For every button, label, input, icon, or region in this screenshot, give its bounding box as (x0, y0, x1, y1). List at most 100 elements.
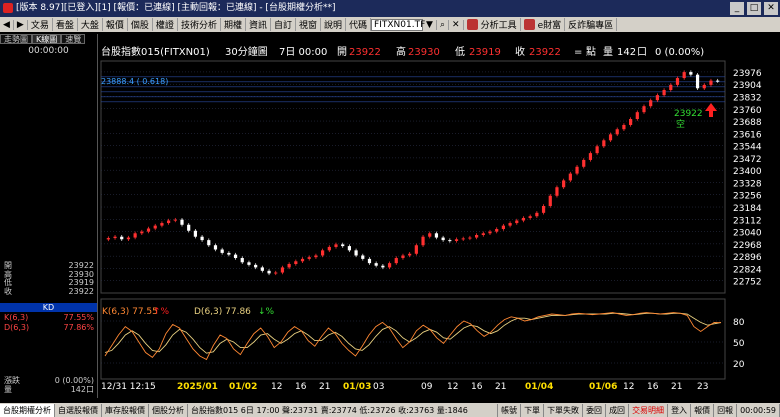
status-button[interactable]: 成回 (606, 403, 630, 417)
menu-item[interactable]: 文易 (28, 18, 53, 31)
menu-item[interactable]: 自訂 (271, 18, 296, 31)
x-tick-label: 16 (471, 382, 483, 392)
short-tag: 空 (676, 118, 685, 130)
maximize-button[interactable]: □ (747, 2, 761, 15)
kd-tick-label: 20 (733, 360, 745, 370)
wealth-icon (523, 19, 535, 30)
candle (588, 153, 593, 160)
x-tick-label: 09 (421, 382, 433, 392)
tab-watchlist[interactable]: 自選股報價 (55, 403, 102, 417)
candle (675, 78, 680, 85)
candle (233, 254, 238, 259)
tab-stock-analysis[interactable]: 個股分析 (149, 403, 188, 417)
candle (702, 84, 706, 89)
low-value: 23919 (469, 47, 501, 58)
candle (608, 134, 613, 141)
close-button[interactable]: ✕ (764, 2, 778, 15)
candle (374, 263, 378, 266)
menu-item[interactable]: 期權 (221, 18, 246, 31)
x-tick-label: 03 (373, 382, 384, 392)
candle (334, 244, 338, 247)
candle (200, 236, 204, 241)
symbol-input[interactable]: FITXN01.TF (371, 18, 425, 31)
candle (682, 72, 686, 79)
candle (401, 255, 405, 259)
candle (314, 255, 318, 258)
bar-date: 7日 00:00 (279, 47, 327, 58)
menu-item[interactable]: 技術分析 (178, 18, 221, 31)
price-tick-label: 23400 (733, 167, 762, 177)
candle (695, 74, 700, 89)
status-button[interactable]: 登入 (668, 403, 692, 417)
d-readout: D(6,3) 77.86 (194, 307, 251, 317)
candle (535, 212, 539, 217)
price-tick-label: 22824 (733, 265, 762, 275)
search-icon[interactable]: ⌕ (437, 19, 450, 30)
status-button[interactable]: 交易明細 (629, 403, 669, 417)
close-x-icon[interactable]: ✕ (449, 19, 464, 30)
change-value: 0 (0.00%) (655, 47, 704, 58)
price-tick-label: 23184 (733, 204, 762, 214)
quote-ticker: 台股指數015 6日 17:00 聲:23731 賣:23774 低:23726… (188, 403, 499, 417)
candle (167, 220, 171, 224)
tab-kline[interactable]: K線圖 (32, 34, 62, 44)
back-icon[interactable]: ◀ (0, 19, 14, 30)
menu-item[interactable]: 看盤 (53, 18, 78, 31)
svg-text:高: 高 (396, 45, 406, 58)
status-button[interactable]: 下單失敗 (544, 403, 584, 417)
candle (280, 267, 285, 273)
app-logo-icon (3, 3, 13, 13)
candle (716, 80, 720, 82)
tab-holdings[interactable]: 庫存股報價 (102, 403, 149, 417)
tab-trend[interactable]: 走勢圖 (0, 34, 32, 44)
symbol-name: 台股指數015(FITXN01) (101, 45, 210, 58)
candle (394, 258, 398, 264)
kline-chart[interactable]: 23976 23904 23832 23760 23688 23616 23544 23472… (99, 45, 780, 400)
x-tick-label: 2025/01 (177, 382, 218, 392)
candle (575, 166, 579, 174)
status-button[interactable]: 報價 (691, 403, 715, 417)
menu-item[interactable]: 說明 (321, 18, 347, 31)
wealth-button[interactable]: e財富 (535, 18, 566, 31)
menu-item[interactable]: 視窗 (296, 18, 322, 31)
candle (120, 236, 124, 240)
tab-options-analysis[interactable]: 台股期權分析 (0, 403, 55, 417)
candle (528, 216, 532, 218)
price-tick-label: 23616 (733, 130, 762, 140)
menu-item[interactable]: 大盤 (78, 18, 103, 31)
price-tick-label: 23904 (733, 81, 762, 91)
menu-item[interactable]: 個股 (128, 18, 153, 31)
candle (434, 233, 439, 238)
candle (361, 255, 365, 259)
candle (193, 230, 197, 237)
minimize-button[interactable]: _ (730, 2, 744, 15)
status-button[interactable]: 下單 (521, 403, 545, 417)
candle (468, 237, 472, 239)
menu-item[interactable]: 權證 (153, 18, 178, 31)
candle (541, 206, 546, 213)
tab-overview[interactable]: 速覽 (61, 34, 86, 44)
price-tick-label: 22896 (733, 253, 762, 263)
dropdown-icon[interactable]: ▼ (423, 19, 437, 30)
status-button[interactable]: 委回 (583, 403, 607, 417)
candle (146, 228, 151, 232)
candle (341, 244, 345, 247)
price-tick-label: 22752 (733, 278, 762, 288)
candle (106, 238, 110, 240)
candle (461, 238, 465, 240)
candle (321, 250, 325, 256)
clock: 00:00:59 (737, 403, 780, 417)
menu-item[interactable]: 資訊 (246, 18, 271, 31)
menu-item[interactable]: 報價 (103, 18, 128, 31)
kd-tick-label: 80 (733, 318, 745, 328)
price-tick-label: 23688 (733, 118, 762, 128)
anti-fraud-button[interactable]: 反詐騙專區 (565, 18, 618, 31)
forward-icon[interactable]: ▶ (14, 19, 28, 30)
x-tick-label: 01/02 (229, 382, 257, 392)
candle (642, 106, 646, 113)
candle (213, 245, 218, 250)
analysis-tools-button[interactable]: 分析工具 (478, 18, 521, 31)
status-button[interactable]: 帳號 (498, 403, 522, 417)
status-button[interactable]: 回報 (714, 403, 738, 417)
candle (421, 236, 425, 246)
